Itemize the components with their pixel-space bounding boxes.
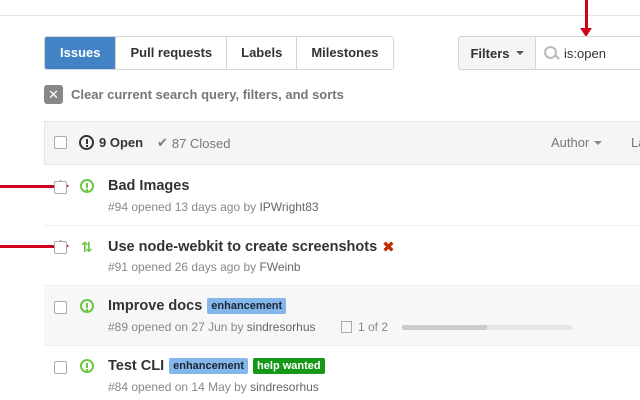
select-all-checkbox[interactable] bbox=[54, 136, 67, 149]
caret-down-icon bbox=[594, 140, 603, 145]
filters-label: Filters bbox=[470, 45, 510, 61]
clear-search-label: Clear current search query, filters, and… bbox=[71, 87, 344, 102]
checklist-icon bbox=[341, 321, 352, 333]
issue-opened-icon bbox=[80, 359, 94, 373]
closed-count-label: 87 Closed bbox=[171, 135, 231, 151]
search-query-value: is:open bbox=[564, 45, 606, 61]
issue-meta-text: #94 opened 13 days ago by bbox=[108, 200, 260, 214]
issue-opened-icon bbox=[79, 135, 94, 150]
issue-title-link[interactable]: Test CLI enhancement help wanted bbox=[108, 358, 325, 374]
issue-title-link[interactable]: Bad Images bbox=[108, 178, 189, 194]
issue-author-link[interactable]: FWeinb bbox=[259, 260, 300, 274]
annotation-arrow-down bbox=[585, 0, 588, 30]
top-divider bbox=[0, 15, 640, 16]
tab-labels[interactable]: Labels bbox=[226, 37, 297, 69]
issue-title-link[interactable]: Improve docs enhancement bbox=[108, 298, 287, 314]
closed-issues-filter[interactable]: ✔ 87 Closed bbox=[157, 135, 230, 151]
issue-opened-icon bbox=[80, 299, 94, 313]
issue-checkbox[interactable] bbox=[54, 241, 67, 254]
issue-title: Improve docs bbox=[108, 298, 203, 314]
issue-title-link[interactable]: Use node-webkit to create screenshots ✖ bbox=[108, 238, 395, 256]
tab-issues[interactable]: Issues bbox=[45, 37, 116, 69]
issue-row bbox=[44, 286, 640, 346]
label-enhancement[interactable]: enhancement bbox=[207, 298, 287, 314]
caret-down-icon bbox=[515, 51, 524, 55]
close-icon: ✕ bbox=[44, 85, 63, 104]
issue-meta-text: #84 opened on 14 May by bbox=[108, 380, 251, 394]
tab-milestones[interactable]: Milestones bbox=[296, 37, 393, 69]
issue-author-link[interactable]: IPWright83 bbox=[259, 200, 318, 214]
open-issues-filter[interactable]: 9 Open bbox=[79, 135, 143, 150]
issue-meta: #84 opened on 14 May by sindresorhus bbox=[108, 380, 319, 394]
check-icon: ✔ bbox=[157, 135, 168, 150]
author-filter-dropdown[interactable]: Author bbox=[551, 135, 603, 150]
issue-checkbox[interactable] bbox=[54, 361, 67, 374]
task-progress-fill bbox=[402, 324, 488, 330]
task-progress-bar bbox=[402, 324, 573, 330]
filters-button[interactable]: Filters bbox=[458, 36, 536, 70]
search-icon bbox=[536, 37, 564, 69]
issue-title: Test CLI bbox=[108, 358, 165, 374]
issue-author-link[interactable]: sindresorhus bbox=[247, 320, 316, 334]
task-progress-text: 1 of 2 bbox=[358, 320, 389, 334]
issue-row bbox=[44, 166, 640, 226]
label-enhancement[interactable]: enhancement bbox=[169, 358, 249, 374]
issues-nav-tabs: Issues Pull requests Labels Milestones bbox=[44, 36, 394, 70]
issue-title: Use node-webkit to create screenshots bbox=[108, 239, 378, 255]
task-progress: 1 of 2 bbox=[341, 320, 573, 334]
issue-meta-text: #89 opened on 27 Jun by bbox=[108, 320, 247, 334]
issue-meta-text: #91 opened 26 days ago by bbox=[108, 260, 260, 274]
issue-meta: #91 opened 26 days ago by FWeinb bbox=[108, 260, 301, 274]
issue-opened-icon bbox=[80, 179, 94, 193]
issue-meta: #89 opened on 27 Jun by sindresorhus bbox=[108, 320, 316, 334]
author-label: Author bbox=[551, 135, 590, 150]
labels-filter-dropdown[interactable]: La bbox=[631, 135, 640, 150]
tab-pull-requests[interactable]: Pull requests bbox=[115, 37, 227, 69]
issue-author-link[interactable]: sindresorhus bbox=[250, 380, 319, 394]
label-help-wanted[interactable]: help wanted bbox=[253, 358, 325, 374]
issue-title: Bad Images bbox=[108, 178, 190, 194]
search-input[interactable]: is:open bbox=[535, 36, 640, 70]
issue-meta: #94 opened 13 days ago by IPWright83 bbox=[108, 200, 319, 214]
issue-checkbox[interactable] bbox=[54, 181, 67, 194]
issue-checkbox[interactable] bbox=[54, 301, 67, 314]
open-count-label: 9 Open bbox=[99, 135, 144, 150]
git-pull-request-icon: ⇅ bbox=[81, 239, 93, 255]
build-failed-icon[interactable]: ✖ bbox=[382, 238, 395, 256]
issue-row bbox=[44, 226, 640, 286]
clear-search-link[interactable]: ✕ Clear current search query, filters, a… bbox=[44, 85, 344, 104]
